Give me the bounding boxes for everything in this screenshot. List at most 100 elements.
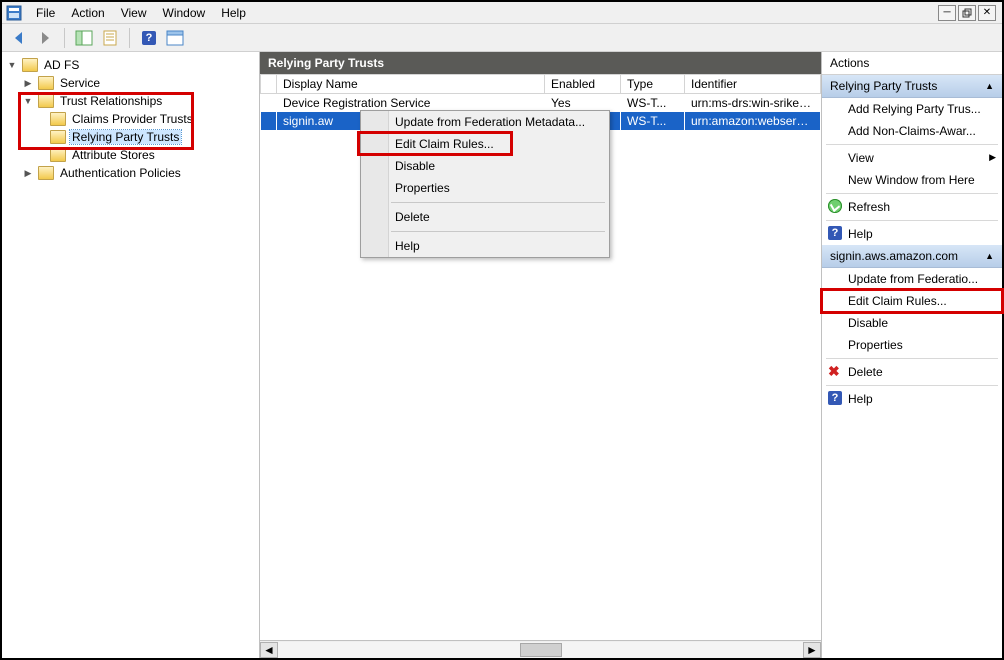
ctx-delete[interactable]: Delete: [361, 206, 609, 228]
separator: [826, 358, 998, 359]
action-help[interactable]: ?Help: [822, 223, 1002, 245]
action-label: Refresh: [848, 200, 890, 214]
tree-attribute-stores[interactable]: Attribute Stores: [2, 146, 259, 164]
separator: [826, 193, 998, 194]
expander-icon[interactable]: ▼: [22, 96, 34, 106]
actions-title: Actions: [822, 52, 1002, 75]
ctx-help[interactable]: Help: [361, 235, 609, 257]
action-label: View: [848, 151, 874, 165]
action-disable[interactable]: Disable: [822, 312, 1002, 334]
ctx-update-federation[interactable]: Update from Federation Metadata...: [361, 111, 609, 133]
col-flag[interactable]: [261, 75, 277, 94]
tree-trust-relationships[interactable]: ▼ Trust Relationships: [2, 92, 259, 110]
actions-header-relying[interactable]: Relying Party Trusts ▲: [822, 75, 1002, 98]
cell-identifier: urn:amazon:webservices: [685, 112, 821, 130]
tree-label: Trust Relationships: [58, 94, 164, 108]
ctx-properties[interactable]: Properties: [361, 177, 609, 199]
action-view-submenu[interactable]: View ▶: [822, 147, 1002, 169]
collapse-icon: ▲: [985, 81, 994, 91]
separator: [826, 385, 998, 386]
help-icon: ?: [828, 391, 842, 405]
submenu-arrow-icon: ▶: [989, 152, 996, 163]
toolbar-help-icon[interactable]: ?: [138, 27, 160, 49]
separator: [826, 144, 998, 145]
action-add-non-claims-aware[interactable]: Add Non-Claims-Awar...: [822, 120, 1002, 142]
scroll-right-button[interactable]: ►: [803, 642, 821, 658]
back-button[interactable]: [8, 27, 30, 49]
folder-icon: [22, 58, 38, 72]
context-menu: Update from Federation Metadata... Edit …: [360, 110, 610, 258]
action-label: Help: [848, 392, 873, 406]
tree-label: Attribute Stores: [70, 148, 157, 162]
col-enabled[interactable]: Enabled: [545, 75, 621, 94]
toolbar-properties-icon[interactable]: [99, 27, 121, 49]
tree-root[interactable]: ▼ AD FS: [2, 56, 259, 74]
folder-icon: [38, 94, 54, 108]
center-title: Relying Party Trusts: [260, 52, 821, 74]
action-refresh[interactable]: Refresh: [822, 196, 1002, 218]
action-add-relying-party-trust[interactable]: Add Relying Party Trus...: [822, 98, 1002, 120]
col-display[interactable]: Display Name: [277, 75, 545, 94]
refresh-icon: [828, 199, 842, 213]
col-type[interactable]: Type: [621, 75, 685, 94]
delete-icon: ✖: [828, 364, 842, 378]
window-controls: ─ ✕: [938, 5, 996, 21]
action-new-window[interactable]: New Window from Here: [822, 169, 1002, 191]
ctx-edit-claim-rules[interactable]: Edit Claim Rules...: [361, 133, 609, 155]
restore-button[interactable]: [958, 5, 976, 21]
action-help[interactable]: ? Help: [822, 388, 1002, 410]
tree-service[interactable]: ▶ Service: [2, 74, 259, 92]
tree-label: Claims Provider Trusts: [70, 112, 195, 126]
action-properties[interactable]: Properties: [822, 334, 1002, 356]
actions-header-signin[interactable]: signin.aws.amazon.com ▲: [822, 245, 1002, 268]
menu-action[interactable]: Action: [63, 4, 112, 22]
folder-icon: [38, 76, 54, 90]
cell-type: WS-T...: [621, 94, 685, 113]
menu-window[interactable]: Window: [155, 4, 214, 22]
action-update-federation[interactable]: Update from Federatio...: [822, 268, 1002, 290]
action-delete[interactable]: ✖ Delete: [822, 361, 1002, 383]
actions-header-label: signin.aws.amazon.com: [830, 249, 958, 263]
menu-help[interactable]: Help: [213, 4, 254, 22]
folder-icon: [50, 112, 66, 126]
help-icon: ?: [828, 226, 842, 240]
tree-pane: ▼ AD FS ▶ Service ▼ Trust Relationships …: [2, 52, 260, 658]
scroll-track[interactable]: [278, 642, 803, 658]
toolbar-extra-icon[interactable]: [164, 27, 186, 49]
tree-auth-policies[interactable]: ▶ Authentication Policies: [2, 164, 259, 182]
tree-label: AD FS: [42, 58, 81, 72]
close-button[interactable]: ✕: [978, 5, 996, 21]
horizontal-scrollbar[interactable]: ◄ ►: [260, 640, 821, 658]
scroll-thumb[interactable]: [520, 643, 562, 657]
app-icon: [6, 5, 22, 21]
separator: [826, 220, 998, 221]
menubar: File Action View Window Help ─ ✕: [2, 2, 1002, 24]
minimize-button[interactable]: ─: [938, 5, 956, 21]
cell-identifier: urn:ms-drs:win-srikea6lvqr.athe: [685, 94, 821, 113]
tree-label: Service: [58, 76, 102, 90]
menu-view[interactable]: View: [113, 4, 155, 22]
collapse-icon: ▲: [985, 251, 994, 261]
folder-icon: [38, 166, 54, 180]
separator: [391, 231, 605, 232]
folder-icon: [50, 148, 66, 162]
toolbar: ?: [2, 24, 1002, 52]
expander-icon[interactable]: ▶: [22, 168, 34, 179]
forward-button[interactable]: [34, 27, 56, 49]
tree-relying-party-trusts[interactable]: Relying Party Trusts: [2, 128, 259, 146]
actions-header-label: Relying Party Trusts: [830, 79, 937, 93]
folder-icon: [50, 130, 66, 144]
ctx-disable[interactable]: Disable: [361, 155, 609, 177]
menu-file[interactable]: File: [28, 4, 63, 22]
actions-pane: Actions Relying Party Trusts ▲ Add Relyi…: [822, 52, 1002, 658]
tree-claims-provider-trusts[interactable]: Claims Provider Trusts: [2, 110, 259, 128]
toolbar-showhide-icon[interactable]: [73, 27, 95, 49]
scroll-left-button[interactable]: ◄: [260, 642, 278, 658]
expander-icon[interactable]: ▼: [6, 60, 18, 70]
col-identifier[interactable]: Identifier: [685, 75, 821, 94]
expander-icon[interactable]: ▶: [22, 78, 34, 89]
tree-label: Authentication Policies: [58, 166, 183, 180]
tree-label: Relying Party Trusts: [70, 130, 181, 144]
action-label: Delete: [848, 365, 883, 379]
action-edit-claim-rules[interactable]: Edit Claim Rules...: [822, 290, 1002, 312]
